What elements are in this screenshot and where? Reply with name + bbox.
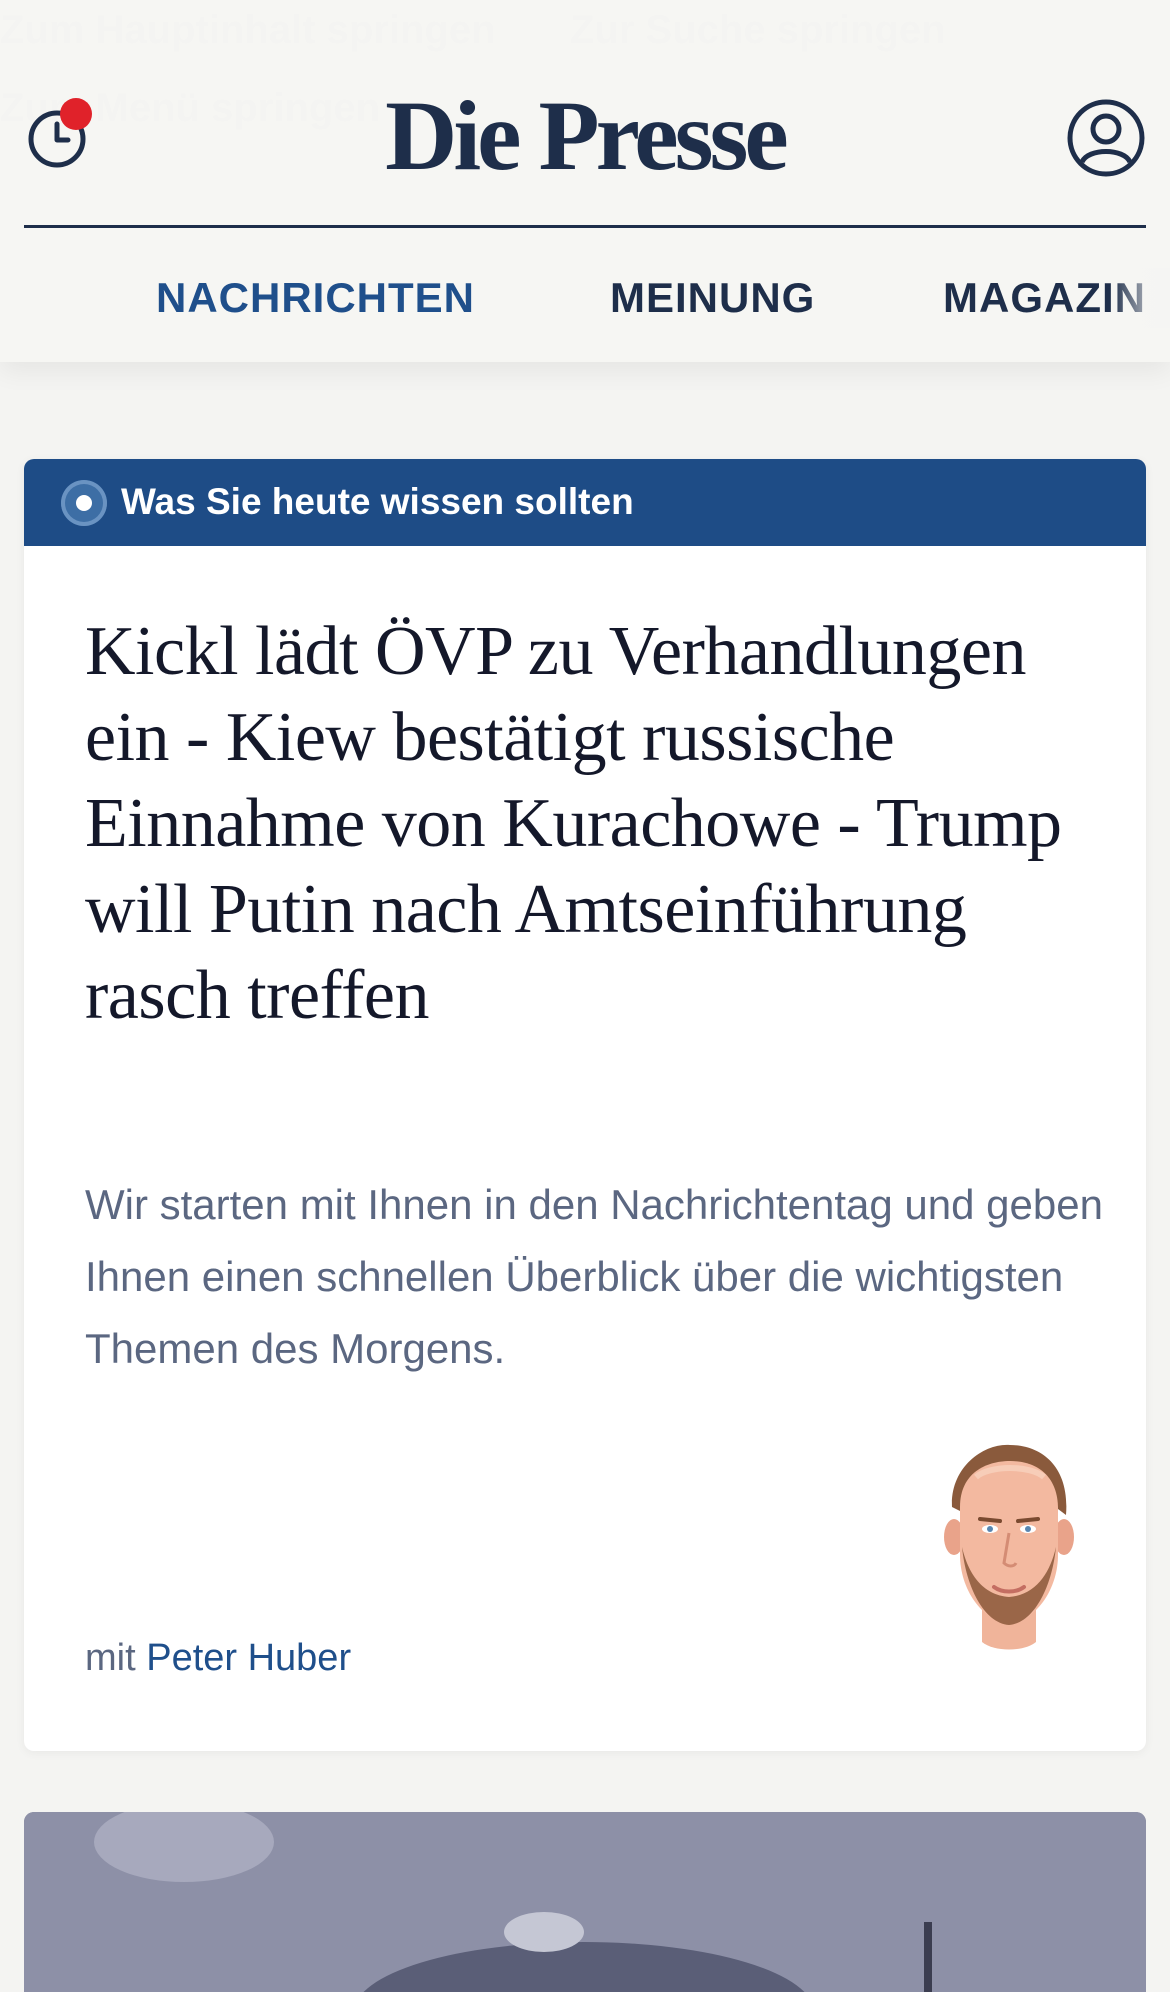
briefing-card[interactable]: Was Sie heute wissen sollten Kickl lädt … (24, 459, 1146, 1751)
header-divider (24, 225, 1146, 228)
nav-item-magazin[interactable]: MAGAZIN (943, 274, 1146, 322)
nav-item-nachrichten[interactable]: NACHRICHTEN (156, 274, 475, 322)
nav-item-meinung[interactable]: MEINUNG (610, 274, 815, 322)
briefing-headline[interactable]: Kickl lädt ÖVP zu Verhandlungen ein - Ki… (85, 609, 1095, 1039)
teaser-image[interactable] (24, 1812, 1146, 1992)
live-dot-icon (61, 480, 107, 526)
briefing-lead: Wir starten mit Ihnen in den Nachrichten… (85, 1181, 1103, 1372)
user-account-icon (1067, 99, 1145, 177)
site-header: Die Presse NACHRICHTEN MEINUNG MAGAZIN (0, 0, 1170, 589)
briefing-label: Was Sie heute wissen sollten (121, 481, 634, 522)
briefing-banner: Was Sie heute wissen sollten (24, 459, 1146, 546)
main-nav: NACHRICHTEN MEINUNG MAGAZIN (0, 268, 1170, 589)
author-avatar (944, 1444, 1074, 1650)
account-button[interactable] (1066, 98, 1146, 178)
teaser-photo (24, 1812, 1146, 1992)
site-logo[interactable]: Die Presse (0, 76, 1170, 196)
author-name[interactable]: Peter Huber (146, 1637, 351, 1679)
byline: mit Peter Huber (85, 1637, 351, 1680)
byline-prefix: mit (85, 1637, 136, 1679)
page: Zum Hauptinhalt springen Zur Suche sprin… (0, 0, 1170, 1992)
